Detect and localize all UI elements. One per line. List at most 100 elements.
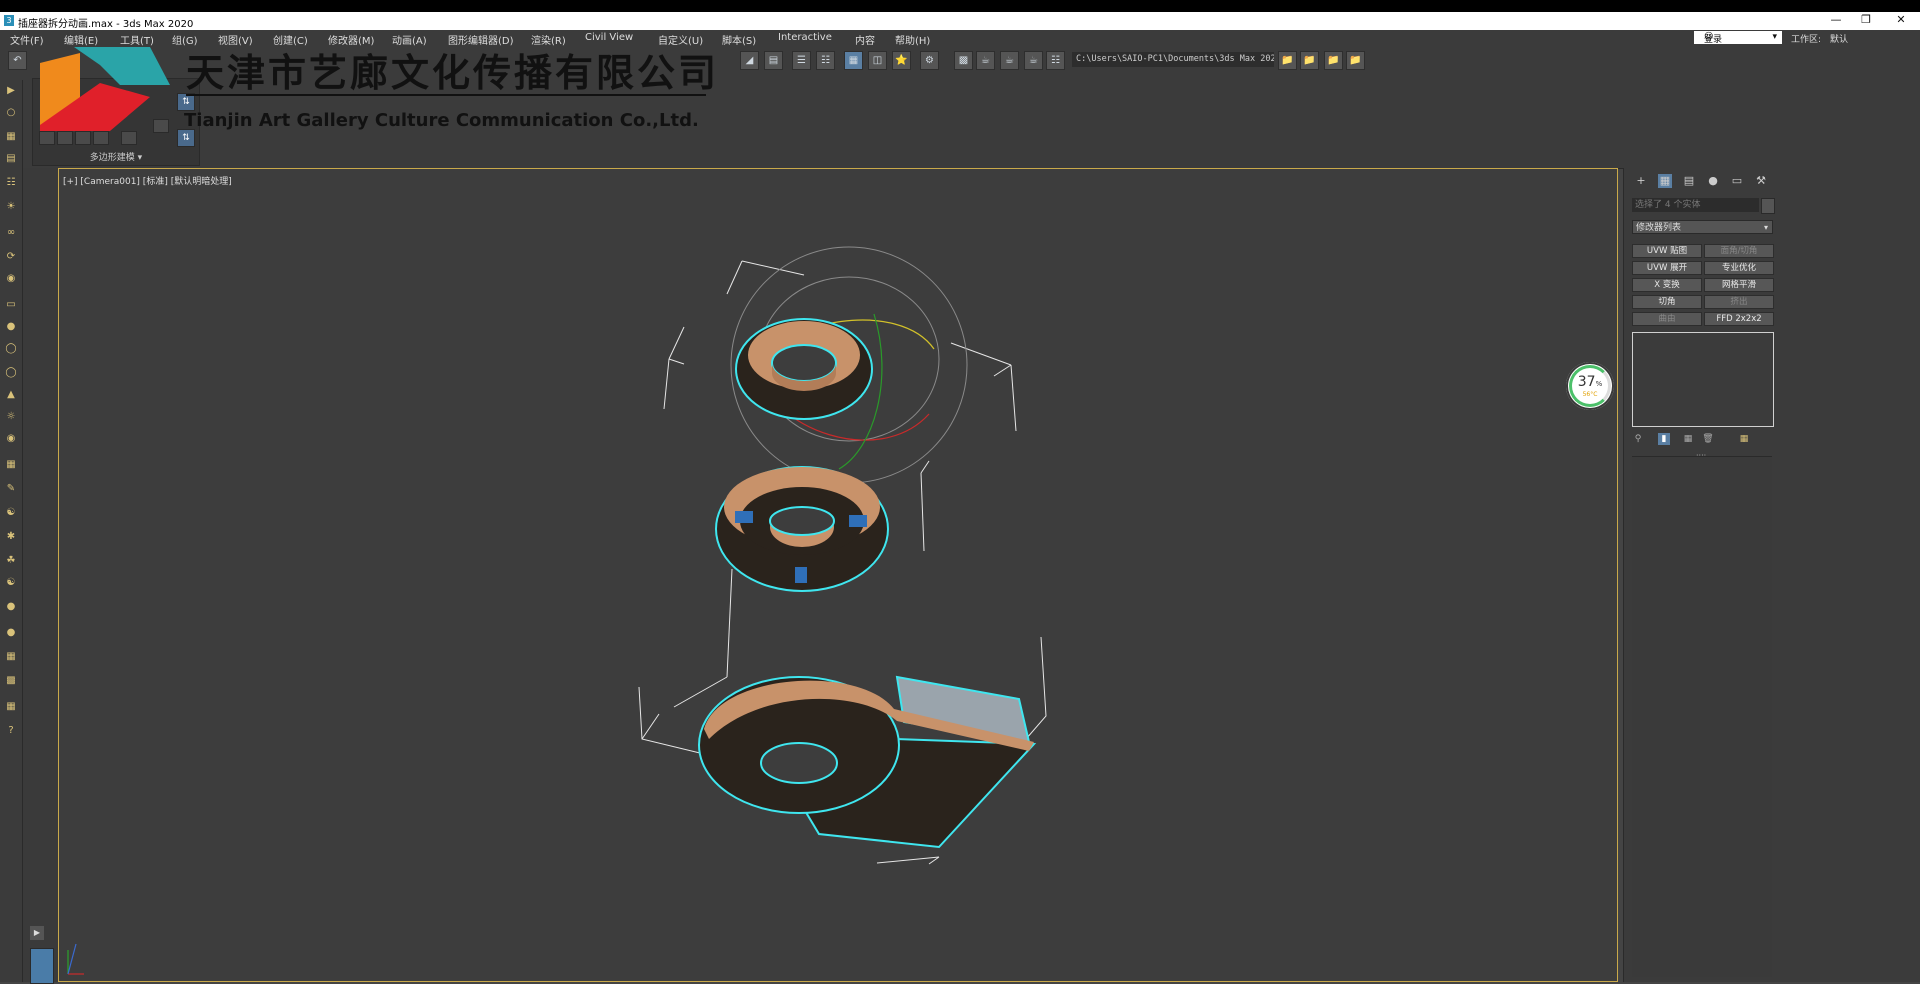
window-title: 插座器拆分动画.max - 3ds Max 2020 xyxy=(18,19,194,30)
command-panel: + ▦ ▤ ● ▭ ⚒ 选择了 4 个实体 修改器列表 ▾ UVW 贴图 面角/… xyxy=(1623,168,1920,982)
mirror-icon[interactable]: ◢ xyxy=(740,51,759,70)
help-icon[interactable]: ? xyxy=(4,724,18,738)
menu-content[interactable]: 内容 xyxy=(855,32,875,47)
sign-in-dropdown[interactable]: ☺ 登录 ▾ xyxy=(1694,31,1782,45)
menu-scripting[interactable]: 脚本(S) xyxy=(722,32,756,47)
minimize-button[interactable]: — xyxy=(1826,13,1846,26)
border-icon[interactable] xyxy=(75,131,91,145)
workspace-dropdown[interactable]: 默认 xyxy=(1830,32,1848,45)
camera-viewport[interactable]: [+] [Camera001] [标准] [默认明暗处理] xyxy=(58,168,1618,982)
make-unique-icon[interactable]: ▦ xyxy=(1682,433,1694,445)
modifier-button[interactable]: 面角/切角 xyxy=(1704,244,1774,258)
ruler-icon[interactable]: ☷ xyxy=(4,176,18,190)
render-icon[interactable]: ● xyxy=(4,600,18,614)
plant-icon[interactable]: ☘ xyxy=(4,554,18,568)
restore-button[interactable]: ❐ xyxy=(1856,13,1876,26)
modifier-stack[interactable] xyxy=(1632,332,1774,427)
save-folder-icon[interactable]: 📁 xyxy=(1324,51,1343,70)
project-folder-icon[interactable]: 📁 xyxy=(1278,51,1297,70)
element-icon[interactable] xyxy=(121,131,137,145)
scene-explorer-icon[interactable]: ▦ xyxy=(4,130,18,144)
hierarchy-tab-icon[interactable]: ▤ xyxy=(1682,174,1696,188)
menu-help[interactable]: 帮助(H) xyxy=(895,32,930,47)
modifier-button[interactable]: 专业优化 xyxy=(1704,261,1774,275)
cone-icon[interactable]: ▲ xyxy=(4,388,18,402)
render-iterative-icon[interactable]: ☕ xyxy=(1000,51,1019,70)
undo-icon[interactable]: ↶ xyxy=(8,51,27,70)
space-warp-icon[interactable]: ☯ xyxy=(4,506,18,520)
grid-icon[interactable]: ▦ xyxy=(4,458,18,472)
modifier-button[interactable]: 网格平滑 xyxy=(1704,278,1774,292)
modifier-button[interactable]: 切角 xyxy=(1632,295,1702,309)
toggle-ribbon-icon[interactable]: ☷ xyxy=(816,51,835,70)
edge-icon[interactable] xyxy=(57,131,73,145)
vertex-icon[interactable] xyxy=(39,131,55,145)
hierarchy-icon[interactable]: ⟳ xyxy=(4,250,18,264)
curve-editor-icon[interactable]: ▦ xyxy=(844,51,863,70)
rendered-frame-icon[interactable]: ▩ xyxy=(954,51,973,70)
align-icon[interactable]: ▤ xyxy=(764,51,783,70)
schematic-view-icon[interactable]: ◫ xyxy=(868,51,887,70)
render-setup-icon[interactable]: ⚙ xyxy=(920,51,939,70)
rollout-divider[interactable]: ···· xyxy=(1696,451,1706,460)
helper-icon[interactable]: ✎ xyxy=(4,482,18,496)
object-color-swatch[interactable] xyxy=(1761,198,1775,214)
batch-render-icon[interactable]: ▦ xyxy=(4,700,18,714)
render-online-icon[interactable]: ☷ xyxy=(1046,51,1065,70)
modifier-button[interactable]: UVW 展开 xyxy=(1632,261,1702,275)
modifier-button[interactable]: 挤出 xyxy=(1704,295,1774,309)
cylinder-icon[interactable]: ◯ xyxy=(4,342,18,356)
modifier-button[interactable]: 曲由 xyxy=(1632,312,1702,326)
display-tab-icon[interactable]: ▭ xyxy=(1730,174,1744,188)
particle-icon[interactable]: ✱ xyxy=(4,530,18,544)
polygon-icon[interactable] xyxy=(93,131,109,145)
biped-icon[interactable]: ☯ xyxy=(4,576,18,590)
material-editor-icon[interactable]: ⭐ xyxy=(892,51,911,70)
render-active-icon[interactable]: ☕ xyxy=(1024,51,1043,70)
timeline-toggle-icon[interactable]: ▶ xyxy=(30,926,44,940)
remove-modifier-icon[interactable]: 🗑 xyxy=(1702,433,1714,445)
project-path-field[interactable]: C:\Users\SAIO-PC1\Documents\3ds Max 2020 xyxy=(1072,52,1274,67)
torus-icon[interactable]: ◯ xyxy=(4,366,18,380)
object-name-field[interactable]: 选择了 4 个实体 xyxy=(1632,198,1759,212)
select-object-icon[interactable]: ▶ xyxy=(4,84,18,98)
motion-icon[interactable]: ◉ xyxy=(4,272,18,286)
modifier-button[interactable]: UVW 贴图 xyxy=(1632,244,1702,258)
geosphere-icon[interactable]: ◉ xyxy=(4,432,18,446)
create-tab-icon[interactable]: + xyxy=(1634,174,1648,188)
pin-stack-icon[interactable]: ⚲ xyxy=(1632,433,1644,445)
top-black-bar xyxy=(0,0,1920,12)
sign-in-label: 登录 xyxy=(1704,35,1723,45)
axis-tripod-icon xyxy=(67,943,84,975)
layer-manager-icon[interactable]: ▤ xyxy=(4,152,18,166)
container-icon[interactable]: ▦ xyxy=(4,650,18,664)
menu-file[interactable]: 文件(F) xyxy=(10,32,44,47)
modifier-list-dropdown[interactable]: 修改器列表 ▾ xyxy=(1632,220,1773,234)
panel-label[interactable]: 多边形建模 ▾ xyxy=(33,150,199,163)
link-icon[interactable]: ∞ xyxy=(4,226,18,240)
viewport-layout-tab[interactable] xyxy=(30,948,54,984)
zoom-icon[interactable]: ● xyxy=(4,626,18,640)
open-folder-icon[interactable]: 📁 xyxy=(1300,51,1319,70)
sphere-icon[interactable]: ● xyxy=(4,320,18,334)
browse-folder-icon[interactable]: 📁 xyxy=(1346,51,1365,70)
light-icon[interactable]: ☀ xyxy=(4,200,18,214)
lasso-select-icon[interactable]: ○ xyxy=(4,106,18,120)
render-icon[interactable]: ☕ xyxy=(976,51,995,70)
show-end-result-icon[interactable]: ▮ xyxy=(1658,433,1670,445)
gauge-percent: 37% xyxy=(1577,374,1603,390)
collapse-stack-icon[interactable]: ⇅ xyxy=(177,129,195,147)
modifier-button[interactable]: X 变换 xyxy=(1632,278,1702,292)
close-button[interactable]: ✕ xyxy=(1891,13,1911,26)
modify-tab-icon[interactable]: ▦ xyxy=(1658,174,1672,188)
camera-icon[interactable]: ▩ xyxy=(4,674,18,688)
configure-sets-icon[interactable]: ▦ xyxy=(1738,433,1750,445)
box-icon[interactable]: ▭ xyxy=(4,298,18,312)
utilities-tab-icon[interactable]: ⚒ xyxy=(1754,174,1768,188)
sun-icon[interactable]: ☼ xyxy=(4,410,18,424)
modifier-button[interactable]: FFD 2x2x2 xyxy=(1704,312,1774,326)
menu-interactive[interactable]: Interactive xyxy=(778,32,832,43)
layer-explorer-icon[interactable]: ☰ xyxy=(792,51,811,70)
modifier-list-label: 修改器列表 xyxy=(1636,223,1682,233)
motion-tab-icon[interactable]: ● xyxy=(1706,174,1720,188)
